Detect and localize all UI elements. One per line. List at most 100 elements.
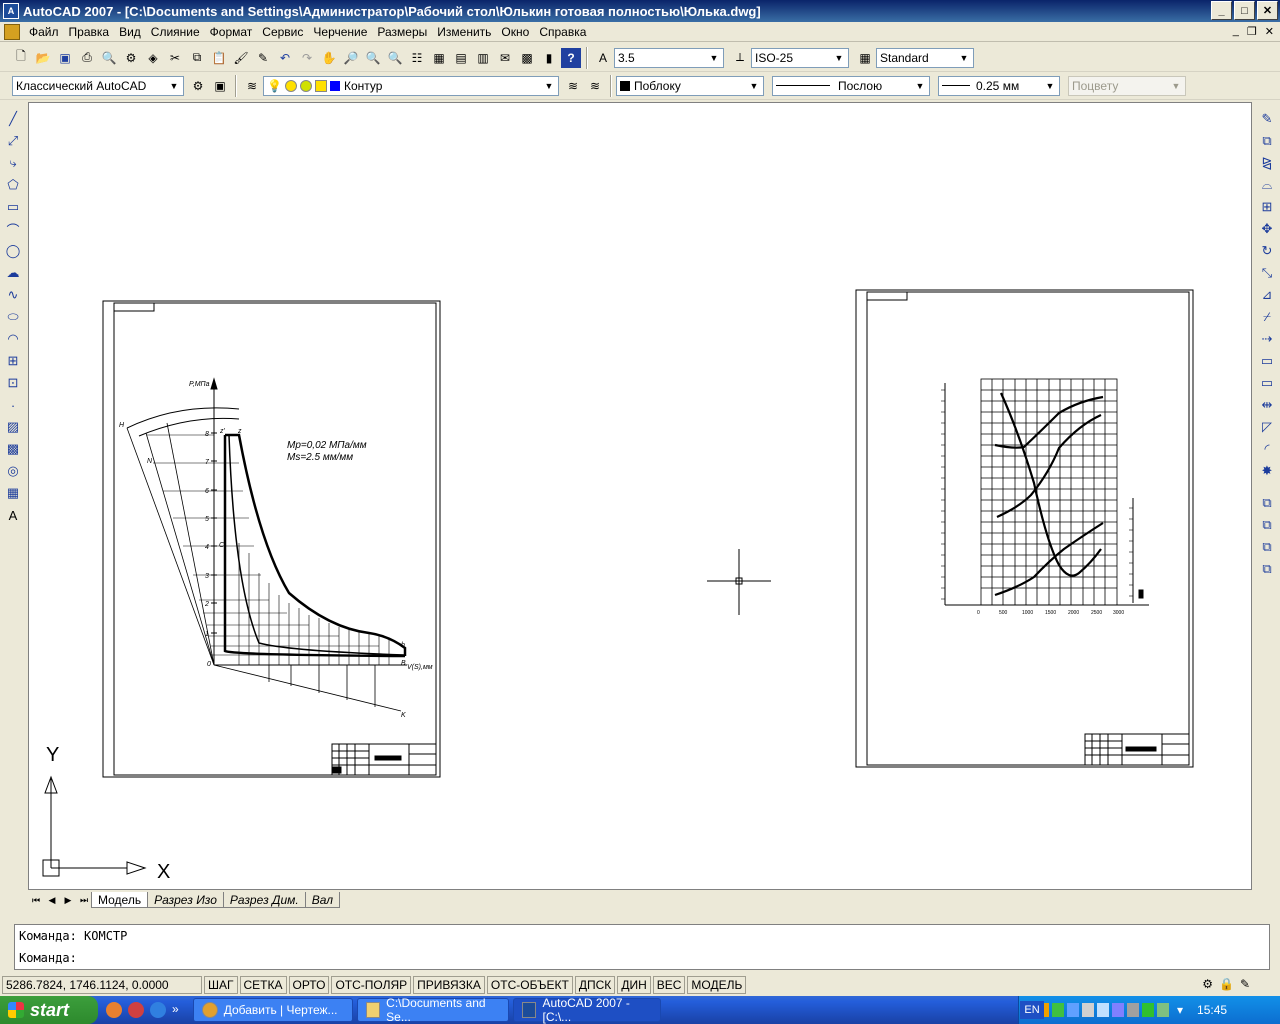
menu-view[interactable]: Вид	[114, 25, 146, 39]
snap-button[interactable]: ШАГ	[204, 976, 238, 994]
make-layer-current-icon[interactable]: ≋	[563, 76, 583, 96]
send-to-back-icon[interactable]: ⧉	[1257, 515, 1277, 535]
mirror-icon[interactable]: ⧎	[1257, 153, 1277, 173]
zoom-previous-icon[interactable]: 🔍	[385, 48, 405, 68]
markup-icon[interactable]: ✉	[495, 48, 515, 68]
scale-icon[interactable]: ⤡	[1257, 263, 1277, 283]
safely-remove-icon[interactable]	[1127, 1003, 1139, 1017]
quickcalc-icon[interactable]: ▩	[517, 48, 537, 68]
browser-quicklaunch-icon[interactable]	[150, 1002, 166, 1018]
coordinates-display[interactable]: 5286.7824, 1746.1124, 0.0000	[2, 976, 202, 994]
menu-dimension[interactable]: Размеры	[372, 25, 432, 39]
start-button[interactable]: start	[0, 996, 98, 1024]
polyline-icon[interactable]: ⤷	[3, 153, 23, 173]
first-tab-icon[interactable]: ⏮	[28, 893, 44, 907]
sheet-set-icon[interactable]: ▥	[473, 48, 493, 68]
lwt-button[interactable]: ВЕС	[652, 976, 686, 994]
fillet-icon[interactable]: ◜	[1257, 439, 1277, 459]
ellipse-arc-icon[interactable]: ◠	[3, 329, 23, 349]
tab-shaft[interactable]: Вал	[304, 892, 341, 908]
clock[interactable]: 15:45	[1197, 1003, 1227, 1017]
ortho-button[interactable]: ОРТО	[288, 976, 330, 994]
doc-minimize-button[interactable]: _	[1233, 25, 1239, 38]
layer-combo[interactable]: 💡 Контур ▼	[263, 75, 559, 96]
menu-insert[interactable]: Слияние	[146, 25, 205, 39]
help-icon[interactable]: ?	[561, 47, 581, 68]
doc-close-button[interactable]: ✕	[1265, 25, 1274, 38]
menu-draw[interactable]: Черчение	[308, 25, 372, 39]
send-under-icon[interactable]: ⧉	[1257, 559, 1277, 579]
undo-icon[interactable]: ↶	[275, 48, 295, 68]
tray-app-icon[interactable]	[1157, 1003, 1169, 1017]
bluetooth-icon[interactable]	[1112, 1003, 1124, 1017]
menu-file[interactable]: Файл	[24, 25, 64, 39]
multiline-text-icon[interactable]: A	[3, 505, 23, 525]
tab-section-dim[interactable]: Разрез Дим.	[222, 892, 306, 908]
close-button[interactable]: ✕	[1257, 1, 1278, 20]
dim-style-combo[interactable]: ISO-25 ▼	[751, 47, 849, 68]
osnap-button[interactable]: ПРИВЯЗКА	[413, 976, 485, 994]
chevron-down-icon[interactable]: ▼	[707, 51, 721, 65]
join-icon[interactable]: ⇹	[1257, 395, 1277, 415]
chevron-down-icon[interactable]: ▼	[913, 79, 927, 93]
cut-icon[interactable]: ✂	[165, 48, 185, 68]
trim-icon[interactable]: ⌿	[1257, 307, 1277, 327]
gradient-icon[interactable]: ▩	[3, 439, 23, 459]
design-center-icon[interactable]: ▦	[429, 48, 449, 68]
chevron-down-icon[interactable]: ▼	[1043, 79, 1057, 93]
erase-icon[interactable]: ✎	[1257, 109, 1277, 129]
command-prompt[interactable]: Команда:	[15, 947, 1269, 969]
dim-style-icon[interactable]: ⟂	[730, 48, 750, 68]
line-icon[interactable]: ╱	[3, 109, 23, 129]
revision-cloud-icon[interactable]: ☁	[3, 263, 23, 283]
zoom-window-icon[interactable]: 🔍	[363, 48, 383, 68]
rotate-icon[interactable]: ↻	[1257, 241, 1277, 261]
otrack-button[interactable]: ОТС-ОБЪЕКТ	[486, 976, 573, 994]
save-icon[interactable]: ▣	[55, 48, 75, 68]
copy-object-icon[interactable]: ⧉	[1257, 131, 1277, 151]
last-tab-icon[interactable]: ⏭	[76, 893, 92, 907]
workspace-combo[interactable]: Классический AutoCAD ▼	[12, 75, 184, 96]
tab-section-iso[interactable]: Разрез Изо	[147, 892, 224, 908]
menu-tools[interactable]: Сервис	[257, 25, 308, 39]
paste-icon[interactable]: 📋	[209, 48, 229, 68]
communication-icon[interactable]: ⚙	[1202, 977, 1213, 991]
offset-icon[interactable]: ⌓	[1257, 175, 1277, 195]
linetype-combo[interactable]: Послою ▼	[772, 75, 930, 96]
command-line[interactable]: Команда: КОМСТР Команда:	[14, 924, 1270, 970]
lineweight-combo[interactable]: 0.25 мм ▼	[938, 75, 1060, 96]
tool-palettes-icon[interactable]: ▤	[451, 48, 471, 68]
tray-expand-icon[interactable]: ▾	[1177, 1003, 1183, 1017]
polar-button[interactable]: ОТС-ПОЛЯР	[331, 976, 412, 994]
arc-icon[interactable]: ⌒	[3, 219, 23, 239]
chevron-down-icon[interactable]: ▼	[542, 79, 556, 93]
menu-help[interactable]: Справка	[534, 25, 591, 39]
dyn-button[interactable]: ДИН	[617, 976, 651, 994]
bring-to-front-icon[interactable]: ⧉	[1257, 493, 1277, 513]
copy-icon[interactable]: ⧉	[187, 48, 207, 68]
doc-restore-button[interactable]: ❐	[1247, 25, 1257, 38]
break-icon[interactable]: ▭	[1257, 373, 1277, 393]
volume-icon[interactable]	[1082, 1003, 1094, 1017]
pan-icon[interactable]: ✋	[319, 48, 339, 68]
lock-icon[interactable]: 🔒	[1219, 977, 1234, 991]
tab-model[interactable]: Модель	[91, 892, 149, 908]
grid-button[interactable]: СЕТКА	[239, 976, 287, 994]
download-icon[interactable]	[1052, 1003, 1064, 1017]
spline-icon[interactable]: ∿	[3, 285, 23, 305]
point-icon[interactable]: ·	[3, 395, 23, 415]
extend-icon[interactable]: ⇢	[1257, 329, 1277, 349]
ellipse-icon[interactable]: ⬭	[3, 307, 23, 327]
network-icon[interactable]	[1097, 1003, 1109, 1017]
task-explorer[interactable]: C:\Documents and Se...	[356, 996, 509, 1024]
task-browser[interactable]: Добавить | Чертеж...	[192, 998, 353, 1022]
explode-icon[interactable]: ✸	[1257, 461, 1277, 481]
publish-icon[interactable]: ⚙	[121, 48, 141, 68]
redo-icon[interactable]: ↷	[297, 48, 317, 68]
block-editor-icon[interactable]: ✎	[253, 48, 273, 68]
menu-format[interactable]: Формат	[205, 25, 258, 39]
layer-previous-icon[interactable]: ≋	[585, 76, 605, 96]
table-style-combo[interactable]: Standard ▼	[876, 47, 974, 68]
stretch-icon[interactable]: ⊿	[1257, 285, 1277, 305]
properties-icon[interactable]: ☷	[407, 48, 427, 68]
